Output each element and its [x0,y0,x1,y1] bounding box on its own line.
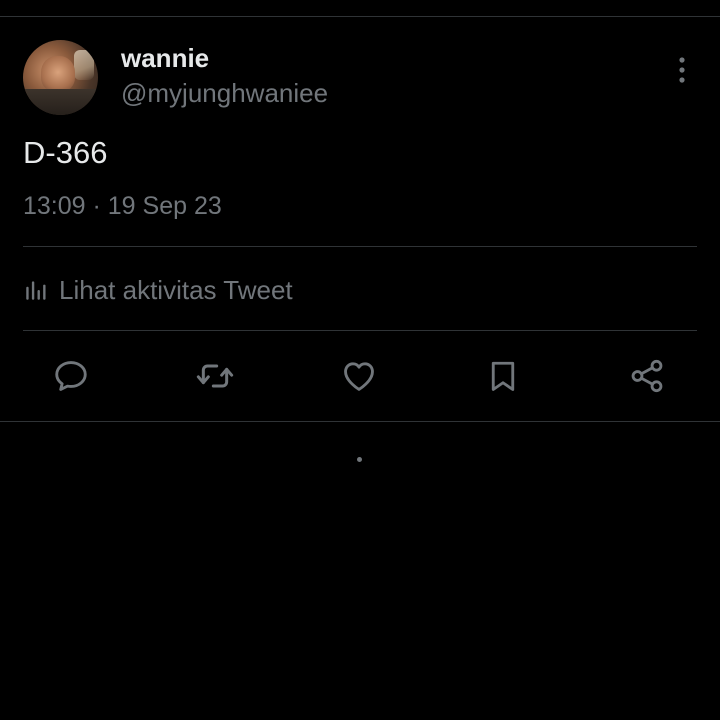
reply-icon [55,361,87,391]
view-activity-link[interactable]: Lihat aktivitas Tweet [23,270,293,310]
top-divider [0,16,720,17]
loading-indicator [357,457,362,462]
divider [0,421,720,422]
reply-button[interactable] [49,354,93,398]
user-handle[interactable]: @myjunghwaniee [121,77,328,109]
more-options-button[interactable] [664,52,700,88]
divider [23,246,697,247]
view-activity-label: Lihat aktivitas Tweet [59,275,293,305]
heart-icon [344,362,374,391]
bookmark-icon [491,361,515,391]
avatar-shoulder [23,89,98,115]
retweet-icon [196,364,234,388]
bookmark-button[interactable] [481,354,525,398]
share-button[interactable] [625,354,669,398]
display-name[interactable]: wannie [121,42,209,74]
tweet-text: D-366 [23,135,108,170]
share-icon [631,359,663,393]
more-vertical-icon [679,57,685,83]
avatar-background [74,50,94,80]
like-button[interactable] [337,354,381,398]
avatar-face [41,56,75,92]
analytics-icon [26,281,46,300]
divider [23,330,697,331]
avatar[interactable] [23,40,98,115]
retweet-button[interactable] [193,354,237,398]
tweet-timestamp[interactable]: 13:09 · 19 Sep 23 [23,190,222,222]
